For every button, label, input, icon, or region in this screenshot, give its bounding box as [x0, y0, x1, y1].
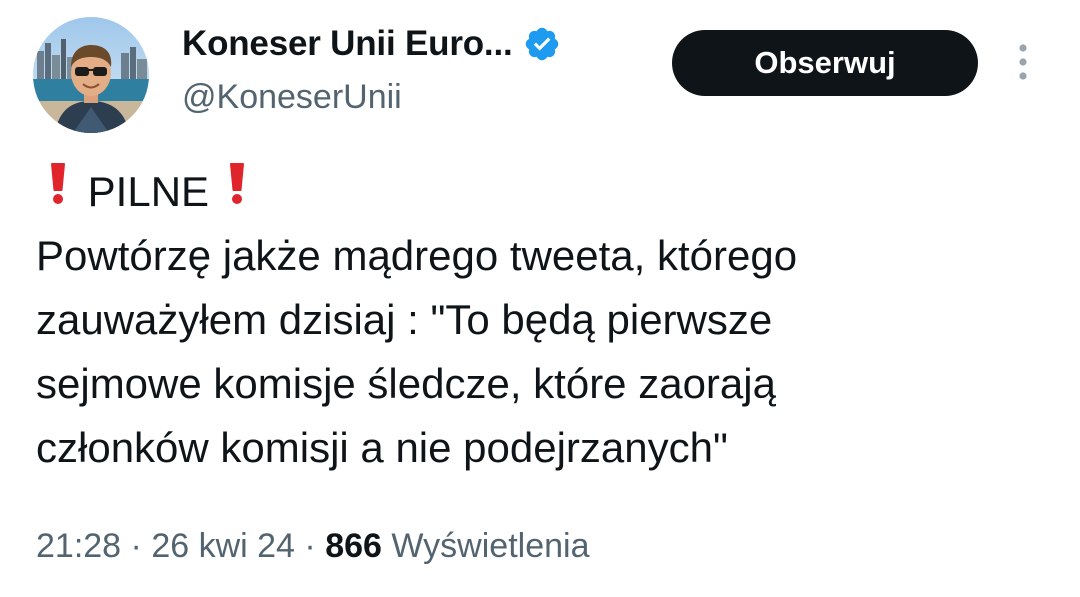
tweet-meta: 21:28 · 26 kwi 24 · 866 Wyświetlenia — [36, 527, 589, 566]
tweet-card: Koneser Unii Euro... @KoneserUnii Obserw… — [0, 0, 1080, 597]
tweet-body-line: Powtórzę jakże mądrego tweeta, którego — [36, 232, 798, 279]
views-label[interactable]: Wyświetlenia — [391, 527, 589, 565]
follow-button[interactable]: Obserwuj — [672, 30, 978, 96]
tweet-body-line: zauważyłem dzisiaj : "To będą pierwsze — [36, 296, 773, 343]
red-exclamation-icon — [227, 160, 247, 204]
more-options-icon[interactable] — [1012, 40, 1034, 88]
tweet-body-line: członków komisji a nie podejrzanych" — [36, 424, 728, 471]
tweet-text: PILNE Powtórzę jakże mądrego tweeta, któ… — [36, 160, 1046, 480]
avatar-photo — [33, 17, 149, 133]
author-display-name[interactable]: Koneser Unii Euro... — [182, 24, 513, 64]
meta-separator: · — [304, 527, 316, 565]
verified-badge-icon[interactable] — [523, 25, 561, 63]
tweet-time[interactable]: 21:28 — [36, 527, 121, 565]
author-name-row[interactable]: Koneser Unii Euro... — [182, 24, 561, 64]
red-exclamation-icon — [48, 160, 68, 204]
views-count: 866 — [325, 527, 382, 565]
tweet-headline-line: PILNE — [36, 160, 1046, 224]
meta-separator: · — [130, 527, 142, 565]
tweet-headline: PILNE — [87, 168, 210, 215]
tweet-body-line: sejmowe komisje śledcze, które zaorają — [36, 360, 776, 407]
author-handle[interactable]: @KoneserUnii — [182, 78, 402, 117]
tweet-date[interactable]: 26 kwi 24 — [151, 527, 295, 565]
avatar[interactable] — [33, 17, 149, 133]
